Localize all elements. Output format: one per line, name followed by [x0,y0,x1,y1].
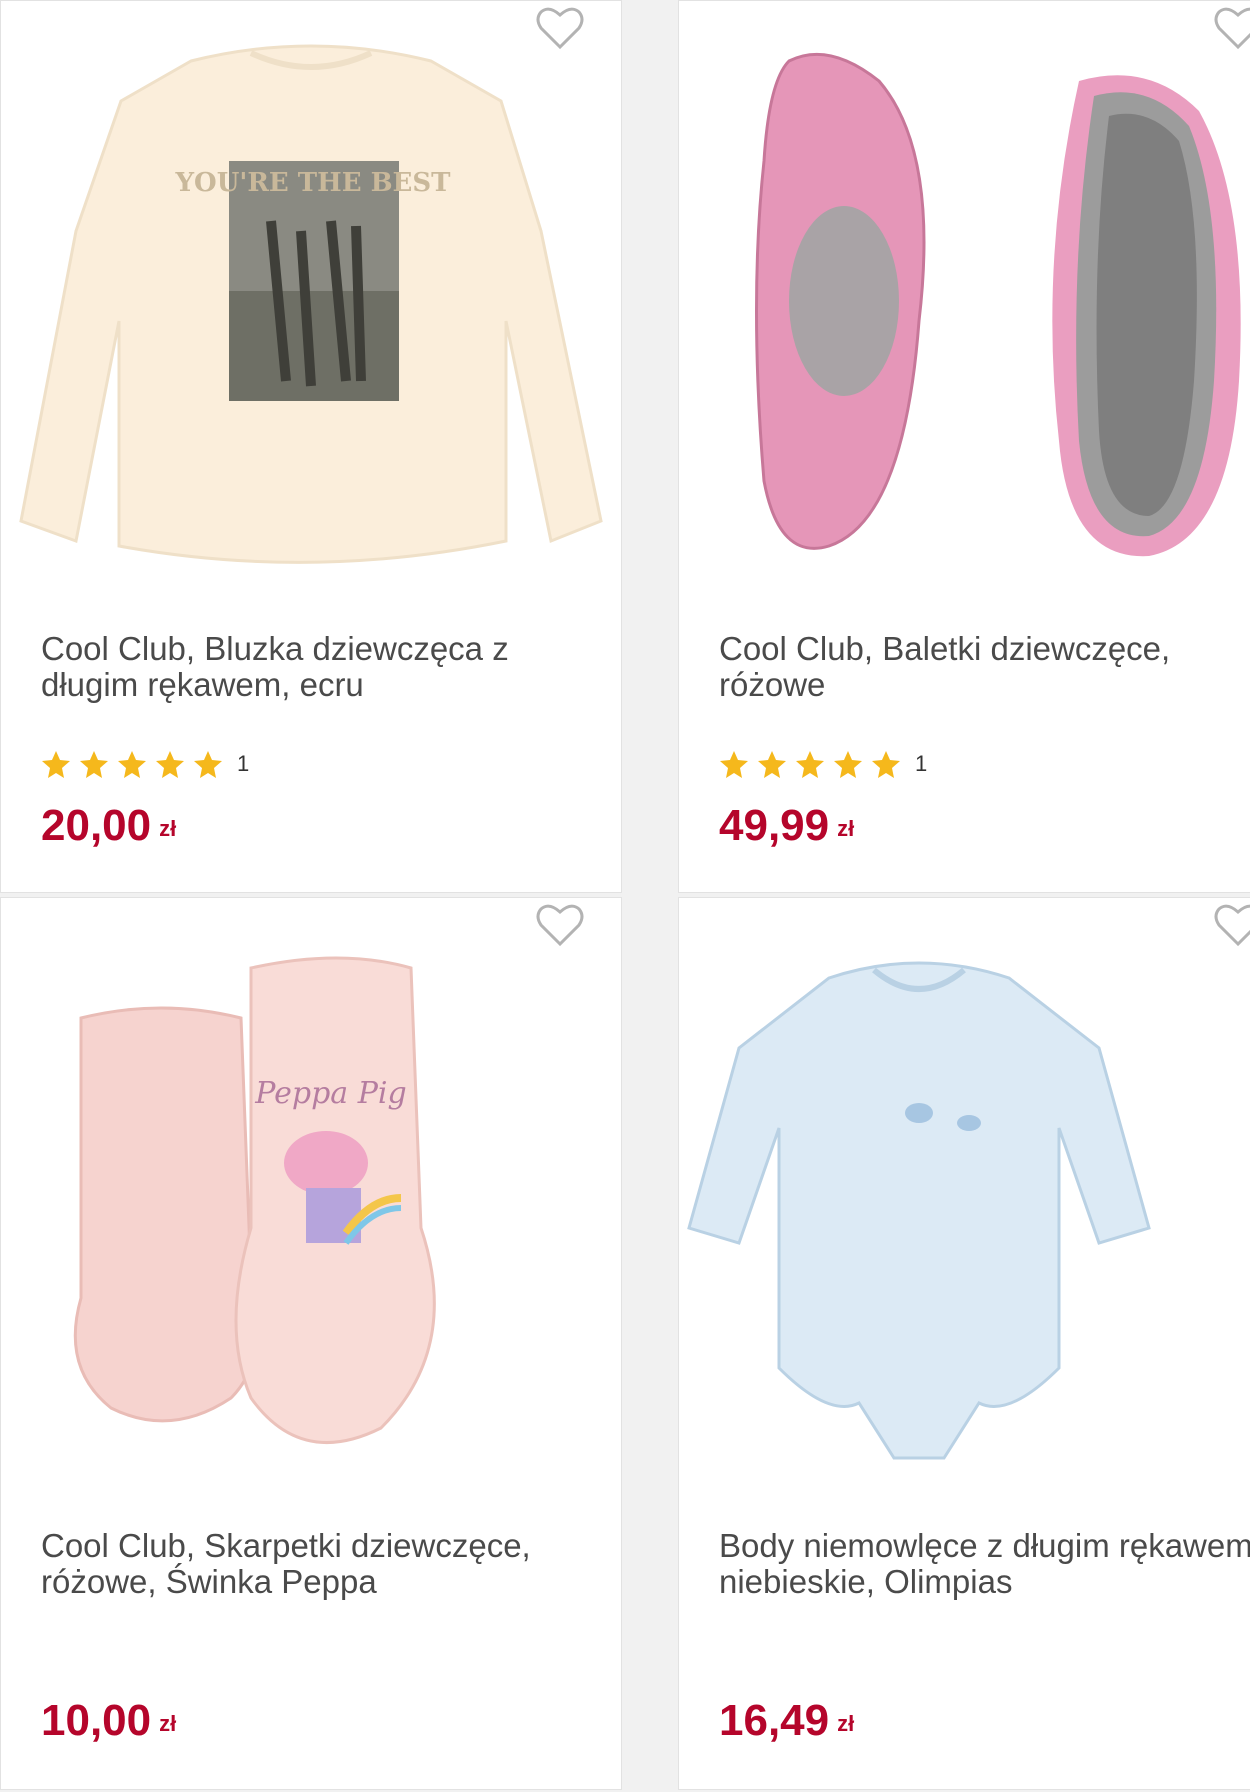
star-icon [80,751,108,778]
product-card[interactable]: Body niemowlęce z długim rękawem, niebie… [678,897,1250,1790]
star-icon [118,751,146,778]
price: 49,99 zł [719,801,854,851]
product-card[interactable]: YOU'RE THE BEST Cool Club, Bluzka dziewc… [0,0,622,893]
socks-photo: Peppa Pig [73,956,436,1444]
price-value: 20,00 [41,801,152,850]
product-title[interactable]: Cool Club, Skarpetki dziewczęce, różowe,… [41,1528,601,1600]
product-card[interactable]: Peppa Pig Cool Club, Skarpetki dziewczęc… [0,897,622,1790]
product-image[interactable]: YOU'RE THE BEST [1,1,621,601]
star-icon [834,751,862,778]
price-value: 49,99 [719,801,830,850]
product-image[interactable] [679,898,1250,1498]
rating: 1 [41,749,249,779]
currency: zł [159,1711,177,1736]
long-sleeve-top-photo: YOU'RE THE BEST [19,44,603,564]
heart-outline-icon[interactable] [533,898,587,952]
svg-text:YOU'RE THE BEST: YOU'RE THE BEST [174,168,451,198]
svg-text:Peppa Pig: Peppa Pig [254,1076,406,1111]
rating-count: 1 [237,751,250,776]
price-value: 10,00 [41,1696,152,1745]
product-card[interactable]: Cool Club, Baletki dziewczęce, różowe 1 … [678,0,1250,893]
rating: 1 [719,749,927,779]
product-title[interactable]: Cool Club, Baletki dziewczęce, różowe [719,631,1250,703]
product-title[interactable]: Body niemowlęce z długim rękawem, niebie… [719,1528,1250,1600]
ballet-shoes-photo [755,52,1241,557]
currency: zł [837,816,855,841]
heart-outline-icon[interactable] [1211,898,1250,952]
product-image[interactable]: Peppa Pig [1,898,621,1498]
currency: zł [837,1711,855,1736]
star-icon [720,751,748,778]
heart-outline-icon[interactable] [1211,1,1250,55]
baby-bodysuit-photo [687,961,1151,1460]
star-icon [796,751,824,778]
star-icon [758,751,786,778]
star-icon [194,751,222,778]
price-value: 16,49 [719,1696,830,1745]
price: 16,49 zł [719,1696,854,1746]
star-icon [872,751,900,778]
product-image[interactable] [679,1,1250,601]
product-title[interactable]: Cool Club, Bluzka dziewczęca z długim rę… [41,631,601,703]
price: 20,00 zł [41,801,176,851]
price: 10,00 zł [41,1696,176,1746]
star-icon [42,751,70,778]
currency: zł [159,816,177,841]
heart-outline-icon[interactable] [533,1,587,55]
star-icon [156,751,184,778]
rating-count: 1 [915,751,928,776]
